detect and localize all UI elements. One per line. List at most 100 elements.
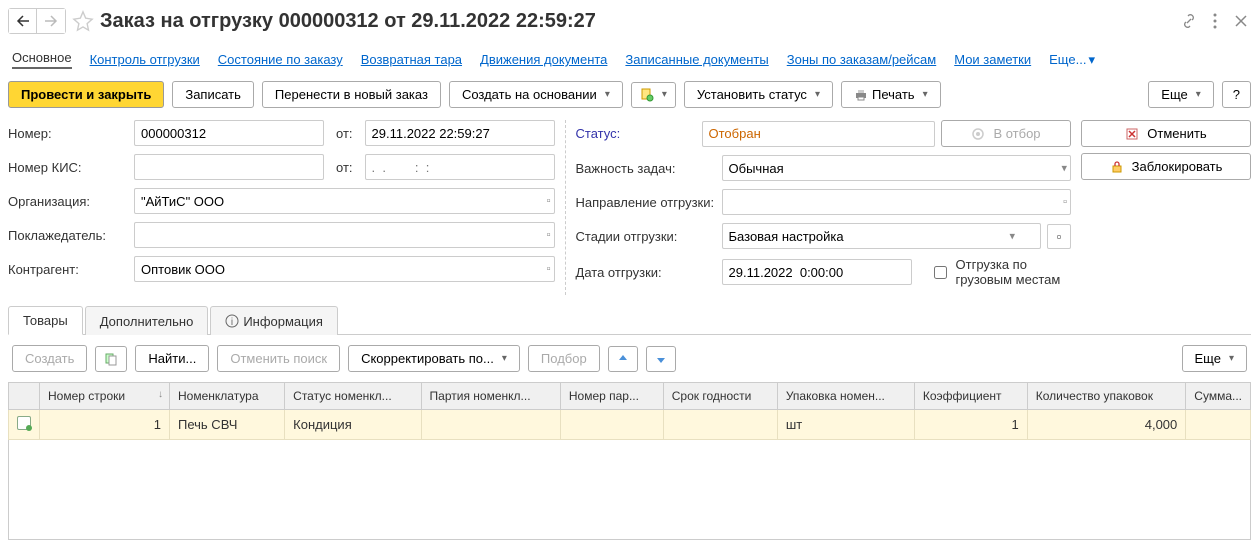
col-coef[interactable]: Коэффициент (914, 383, 1027, 410)
cell-batch (421, 410, 560, 440)
main-toolbar: Провести и закрыть Записать Перенести в … (8, 81, 1251, 108)
cell-nomen-status: Кондиция (285, 410, 421, 440)
col-batch-no[interactable]: Номер пар... (560, 383, 663, 410)
sort-indicator-icon: ↓ (158, 389, 163, 400)
by-cargo-checkbox[interactable] (934, 266, 947, 279)
direction-label: Направление отгрузки: (576, 195, 716, 210)
number-label: Номер: (8, 126, 128, 141)
pick-button: Подбор (528, 345, 600, 372)
info-icon: i (225, 314, 239, 328)
depositor-label: Поклажедатель: (8, 228, 128, 243)
move-down-button[interactable] (646, 346, 676, 372)
kis-from-label: от: (330, 160, 359, 175)
kis-date-field[interactable] (365, 154, 555, 180)
to-selection-button: В отбор (941, 120, 1071, 147)
col-icon[interactable] (9, 383, 40, 410)
col-qty[interactable]: Количество упаковок (1027, 383, 1186, 410)
nav-main[interactable]: Основное (12, 50, 72, 69)
date-field[interactable] (365, 120, 555, 146)
cell-qty: 4,000 (1027, 410, 1186, 440)
move-to-new-order-button[interactable]: Перенести в новый заказ (262, 81, 441, 108)
direction-field[interactable] (722, 189, 1071, 215)
col-batch[interactable]: Партия номенкл... (421, 383, 560, 410)
nav-link-0[interactable]: Контроль отгрузки (90, 52, 200, 67)
nav-link-5[interactable]: Зоны по заказам/рейсам (787, 52, 936, 67)
org-field[interactable] (134, 188, 555, 214)
adjust-button[interactable]: Скорректировать по... (348, 345, 520, 372)
by-cargo-label: Отгрузка по грузовым местам (956, 257, 1071, 287)
star-icon[interactable] (72, 10, 94, 32)
goods-more-button[interactable]: Еще (1182, 345, 1247, 372)
cell-row-no: 1 (40, 410, 170, 440)
copy-icon (104, 352, 118, 366)
tabs: Товары Дополнительно i Информация (8, 305, 1251, 335)
tab-extra[interactable]: Дополнительно (85, 306, 209, 335)
more-button[interactable]: Еще (1148, 81, 1213, 108)
tab-goods[interactable]: Товары (8, 306, 83, 335)
post-and-close-button[interactable]: Провести и закрыть (8, 81, 164, 108)
cell-sum (1186, 410, 1251, 440)
counterparty-field[interactable] (134, 256, 555, 282)
chevron-down-icon[interactable]: ▾ (1009, 230, 1015, 243)
open-icon[interactable]: ▫ (547, 263, 551, 275)
open-icon[interactable]: ▫ (547, 195, 551, 207)
from-label: от: (330, 126, 359, 141)
cell-batch-no (560, 410, 663, 440)
kis-label: Номер КИС: (8, 160, 128, 175)
stages-field[interactable] (722, 223, 1041, 249)
kis-field[interactable] (134, 154, 324, 180)
col-nomen[interactable]: Номенклатура (170, 383, 285, 410)
save-button[interactable]: Записать (172, 81, 254, 108)
col-row-no[interactable]: Номер строки↓ (40, 383, 170, 410)
nav-forward-button[interactable] (37, 9, 65, 33)
attach-button[interactable] (631, 82, 676, 108)
row-status-icon (17, 416, 31, 430)
priority-field[interactable] (722, 155, 1071, 181)
status-field[interactable]: Отобран (702, 121, 935, 147)
counterparty-label: Контрагент: (8, 262, 128, 277)
svg-text:i: i (231, 317, 233, 328)
depositor-field[interactable] (134, 222, 555, 248)
cancel-button[interactable]: Отменить (1081, 120, 1251, 147)
find-button[interactable]: Найти... (135, 345, 209, 372)
nav-more[interactable]: Еще...▾ (1049, 52, 1095, 68)
help-button[interactable]: ? (1222, 81, 1251, 108)
col-nomen-status[interactable]: Статус номенкл... (285, 383, 421, 410)
nav-link-3[interactable]: Движения документа (480, 52, 607, 67)
nav-link-6[interactable]: Мои заметки (954, 52, 1031, 67)
set-status-button[interactable]: Установить статус (684, 81, 833, 108)
col-pack[interactable]: Упаковка номен... (777, 383, 914, 410)
copy-button[interactable] (95, 346, 127, 372)
nav-link-1[interactable]: Состояние по заказу (218, 52, 343, 67)
close-icon[interactable] (1231, 11, 1251, 31)
ship-date-label: Дата отгрузки: (576, 265, 716, 280)
chevron-down-icon: ▾ (1088, 52, 1095, 68)
goods-toolbar: Создать Найти... Отменить поиск Скоррект… (8, 335, 1251, 382)
lock-button[interactable]: Заблокировать (1081, 153, 1251, 180)
nav-history (8, 8, 66, 34)
goods-table: Номер строки↓ Номенклатура Статус номенк… (8, 382, 1251, 440)
cell-nomen: Печь СВЧ (170, 410, 285, 440)
nav-link-2[interactable]: Возвратная тара (361, 52, 462, 67)
number-field[interactable] (134, 120, 324, 146)
open-icon[interactable]: ▫ (1063, 196, 1067, 208)
nav-link-4[interactable]: Записанные документы (625, 52, 768, 67)
tab-info[interactable]: i Информация (210, 306, 338, 335)
create-based-on-button[interactable]: Создать на основании (449, 81, 623, 108)
move-up-button[interactable] (608, 346, 638, 372)
table-row[interactable]: 1 Печь СВЧ Кондиция шт 1 4,000 (9, 410, 1251, 440)
page-title: Заказ на отгрузку 000000312 от 29.11.202… (100, 10, 596, 33)
open-icon[interactable]: ▫ (547, 229, 551, 241)
printer-icon (854, 88, 868, 102)
print-button[interactable]: Печать (841, 81, 941, 108)
col-sum[interactable]: Сумма... (1186, 383, 1251, 410)
priority-label: Важность задач: (576, 161, 716, 176)
nav-back-button[interactable] (9, 9, 37, 33)
open-icon[interactable]: ▫ (1047, 224, 1071, 249)
chevron-down-icon[interactable]: ▾ (1061, 162, 1067, 175)
col-expiry[interactable]: Срок годности (663, 383, 777, 410)
kebab-icon[interactable] (1205, 11, 1225, 31)
ship-date-field[interactable] (722, 259, 912, 285)
nav-links: Основное Контроль отгрузки Состояние по … (8, 44, 1251, 81)
link-icon[interactable] (1179, 11, 1199, 31)
